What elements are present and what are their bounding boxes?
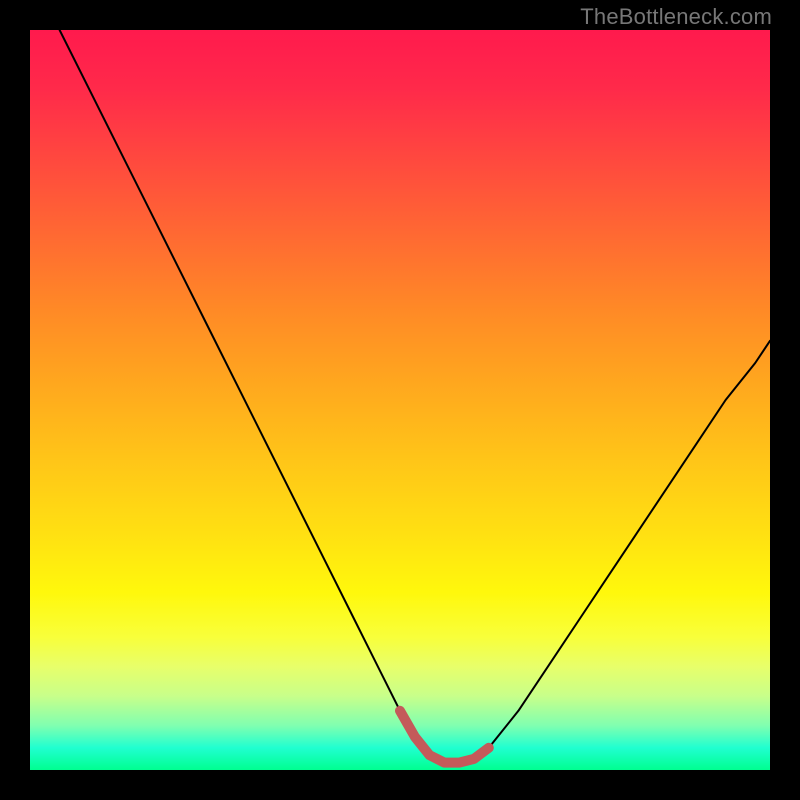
valley-highlight-line	[400, 711, 489, 763]
watermark-text: TheBottleneck.com	[580, 4, 772, 30]
plot-svg	[30, 30, 770, 770]
plot-gradient-area	[30, 30, 770, 770]
chart-frame: TheBottleneck.com	[0, 0, 800, 800]
bottleneck-curve-line	[60, 30, 770, 763]
